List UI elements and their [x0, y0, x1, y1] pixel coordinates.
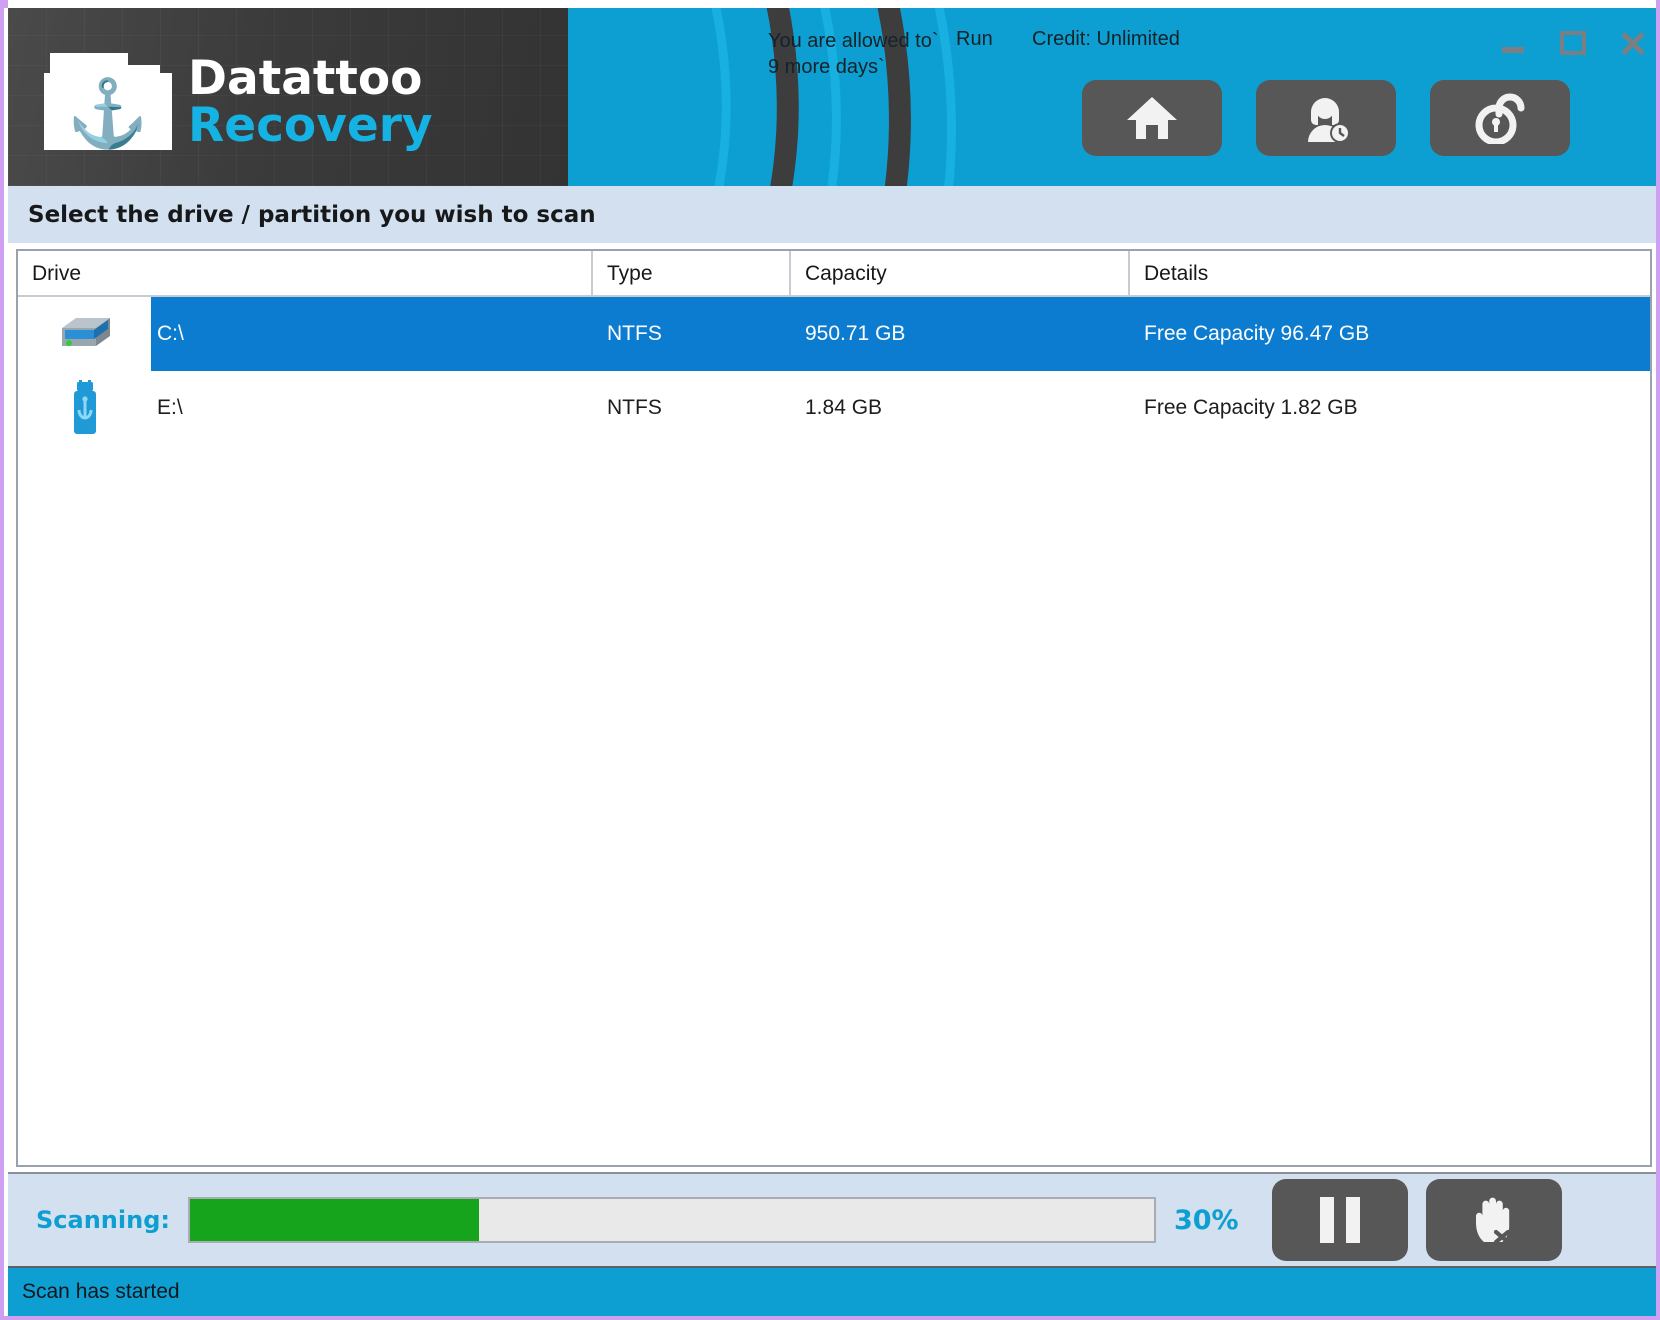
credit-label: Credit: Unlimited: [1032, 28, 1180, 50]
application-header: ⚓ Datattoo Recovery You are allowed to` …: [8, 8, 1656, 186]
hard-disk-icon: [18, 297, 151, 371]
scanning-label: Scanning:: [36, 1206, 170, 1234]
maximize-icon: [1560, 31, 1586, 55]
cell-details: Free Capacity 1.82 GB: [1144, 396, 1358, 419]
column-header-drive[interactable]: Drive: [18, 251, 593, 297]
close-icon: [1619, 29, 1647, 57]
logo-title-line1: Datattoo: [188, 50, 423, 106]
folder-anchor-icon: ⚓: [44, 53, 172, 150]
pause-icon: [1319, 1197, 1360, 1243]
usb-flash-drive-icon: [18, 371, 151, 445]
status-message: Scan has started: [22, 1280, 180, 1303]
progress-bar-fill: [189, 1199, 480, 1241]
scan-control-buttons: [1271, 1179, 1562, 1261]
status-bar: Scan has started: [8, 1266, 1656, 1316]
cell-capacity: 950.71 GB: [805, 322, 906, 345]
header-button-group: [1082, 80, 1570, 156]
drive-list-table: Drive Type Capacity Details C:\ NTFS 950…: [16, 249, 1652, 1167]
app-logo: ⚓ Datattoo Recovery: [44, 53, 433, 150]
maximize-button[interactable]: [1556, 26, 1590, 60]
unlock-button[interactable]: [1430, 80, 1570, 156]
cell-capacity: 1.84 GB: [805, 396, 883, 419]
close-button[interactable]: [1616, 26, 1650, 60]
section-title-bar: Select the drive / partition you wish to…: [8, 186, 1656, 243]
cell-details: Free Capacity 96.47 GB: [1144, 322, 1370, 345]
window-top-strip: [4, 0, 1656, 8]
column-header-details[interactable]: Details: [1130, 251, 1650, 297]
stop-button[interactable]: [1425, 1179, 1562, 1261]
table-header-row: Drive Type Capacity Details: [18, 251, 1650, 297]
padlock-unlock-icon: [1475, 93, 1525, 144]
home-icon: [1127, 97, 1177, 139]
table-body: C:\ NTFS 950.71 GB Free Capacity 96.47 G…: [18, 297, 1650, 445]
cell-type: NTFS: [607, 322, 662, 345]
cell-drive: C:\: [157, 322, 184, 345]
cell-type: NTFS: [607, 396, 662, 419]
table-row[interactable]: C:\ NTFS 950.71 GB Free Capacity 96.47 G…: [18, 297, 1650, 371]
progress-bar: [187, 1197, 1156, 1243]
cell-drive: E:\: [157, 396, 183, 419]
home-button[interactable]: [1082, 80, 1222, 156]
table-row[interactable]: E:\ NTFS 1.84 GB Free Capacity 1.82 GB: [18, 371, 1650, 445]
scan-progress-bar-area: Scanning: 30%: [8, 1172, 1656, 1266]
progress-percent-label: 30%: [1173, 1204, 1239, 1236]
minimize-button[interactable]: [1496, 26, 1530, 60]
page-title: Select the drive / partition you wish to…: [28, 201, 596, 228]
run-label: Run: [956, 28, 993, 50]
support-button[interactable]: [1256, 80, 1396, 156]
pause-button[interactable]: [1271, 1179, 1408, 1261]
trial-notice-text: You are allowed to` 9 more days`: [768, 30, 939, 78]
headset-person-icon: [1308, 98, 1350, 143]
hand-stop-icon: [1475, 1197, 1511, 1245]
column-header-capacity[interactable]: Capacity: [791, 251, 1130, 297]
logo-title-line2: Recovery: [188, 97, 433, 153]
application-window: ⚓ Datattoo Recovery You are allowed to` …: [0, 0, 1660, 1320]
window-controls: [1496, 26, 1650, 60]
minimize-icon: [1502, 47, 1524, 53]
column-header-type[interactable]: Type: [593, 251, 791, 297]
